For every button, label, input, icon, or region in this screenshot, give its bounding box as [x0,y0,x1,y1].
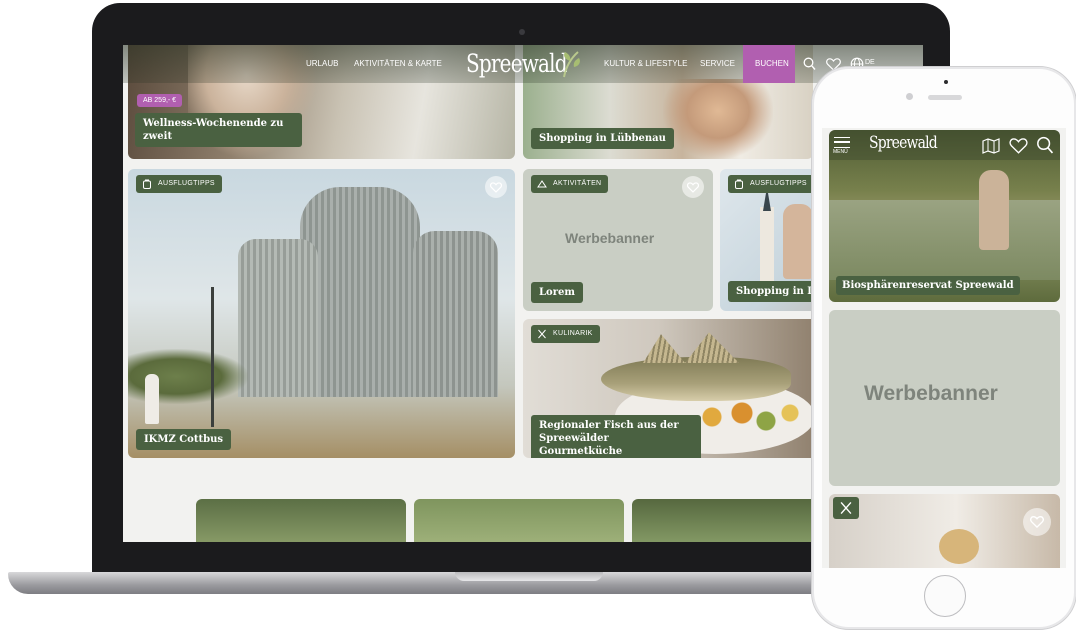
photo-vegetables [688,397,808,437]
backpack-icon [143,179,151,189]
laptop-screen: AB 259,- € Wellness-Wochenende zu zweit … [123,45,923,542]
category-label: KULINARIK [553,330,593,337]
category-label: AUSFLUGTIPPS [750,180,807,187]
card-ad[interactable]: AKTIVITÄTEN Werbebanner Lorem [523,169,713,311]
cutlery-icon [538,329,546,339]
photo-woman-sitting [979,170,1009,250]
phone-screen: MENÜ Spreewald Biosphärenreservat Spreew… [822,128,1066,568]
card-title: Shopping in L [728,281,823,302]
heart-icon [490,182,502,193]
heart-icon [687,182,699,193]
phone-hero-title: Biosphärenreservat Spreewald [836,276,1020,295]
photo-person [783,204,813,279]
photo-hands [663,79,773,159]
category-label: AUSFLUGTIPPS [158,180,215,187]
phone-header: MENÜ Spreewald [829,130,1060,160]
category-tag: KULINARIK [531,325,600,343]
card-ikmz[interactable]: AUSFLUGTIPPS IKMZ Cottbus [128,169,515,458]
card-bottom-3[interactable] [632,499,832,542]
menu-label[interactable]: MENÜ [833,149,848,155]
card-bottom-2[interactable] [414,499,624,542]
card-title: Regionaler Fisch aus der Spreewälder Gou… [531,415,701,458]
price-badge: AB 259,- € [137,94,183,107]
search-icon[interactable] [803,57,816,71]
heart-icon [1030,516,1044,528]
nav-item-service[interactable]: SERVICE [700,59,735,68]
site-logo[interactable]: Spreewald [466,49,568,78]
phone-logo[interactable]: Spreewald [869,133,938,153]
favorite-button[interactable] [1023,508,1051,536]
top-navigation: URLAUB AKTIVITÄTEN & KARTE Spreewald KUL… [123,45,923,83]
activity-icon [537,180,547,188]
photo-lamppost [211,287,214,427]
laptop-notch [455,572,603,581]
card-title: Lorem [531,282,583,303]
buchen-label: BUCHEN [755,59,789,68]
category-tag: AUSFLUGTIPPS [136,175,222,193]
nav-item-kultur[interactable]: KULTUR & LIFESTYLE [604,59,687,68]
photo-food [939,529,979,564]
category-tag: AUSFLUGTIPPS [728,175,814,193]
category-label: AKTIVITÄTEN [553,180,602,187]
phone-hero[interactable]: MENÜ Spreewald Biosphärenreservat Spreew… [829,130,1060,302]
hamburger-icon[interactable] [834,137,850,148]
phone-sensor [944,80,948,84]
heart-icon[interactable] [1009,138,1028,154]
nav-item-aktivitaeten[interactable]: AKTIVITÄTEN & KARTE [354,59,442,68]
backpack-icon [735,179,743,189]
laptop-camera [519,29,525,35]
photo-water [829,200,1060,280]
card-title: IKMZ Cottbus [136,429,231,450]
photo-church-tower [760,207,774,287]
favorite-button[interactable] [682,176,704,198]
photo-fish [601,357,791,401]
phone-card-kulinarik[interactable] [829,494,1060,568]
cutlery-icon [840,501,852,515]
map-icon[interactable] [982,137,1000,154]
phone-ad-banner[interactable]: Werbebanner [829,310,1060,486]
search-icon[interactable] [1036,136,1054,155]
phone-speaker [928,95,962,100]
photo-building [238,187,498,397]
phone-category-tag [833,497,859,519]
favorite-button[interactable] [485,176,507,198]
nav-item-urlaub[interactable]: URLAUB [306,59,338,68]
card-fisch[interactable]: KULINARIK Regionaler Fisch aus der Spree… [523,319,823,458]
category-tag: AKTIVITÄTEN [531,175,609,193]
leaf-icon [563,51,580,78]
card-title: Shopping in Lübbenau [531,128,674,149]
card-title: Wellness-Wochenende zu zweit [135,113,302,147]
language-label[interactable]: DE [865,59,875,66]
phone-banner-text: Werbebanner [864,382,998,405]
card-bottom-1[interactable] [196,499,406,542]
phone-home-button[interactable] [924,575,966,617]
phone-camera [906,93,913,100]
photo-woman [145,374,159,424]
buchen-button[interactable]: BUCHEN [743,45,795,83]
ad-banner-text: Werbebanner [565,230,655,246]
